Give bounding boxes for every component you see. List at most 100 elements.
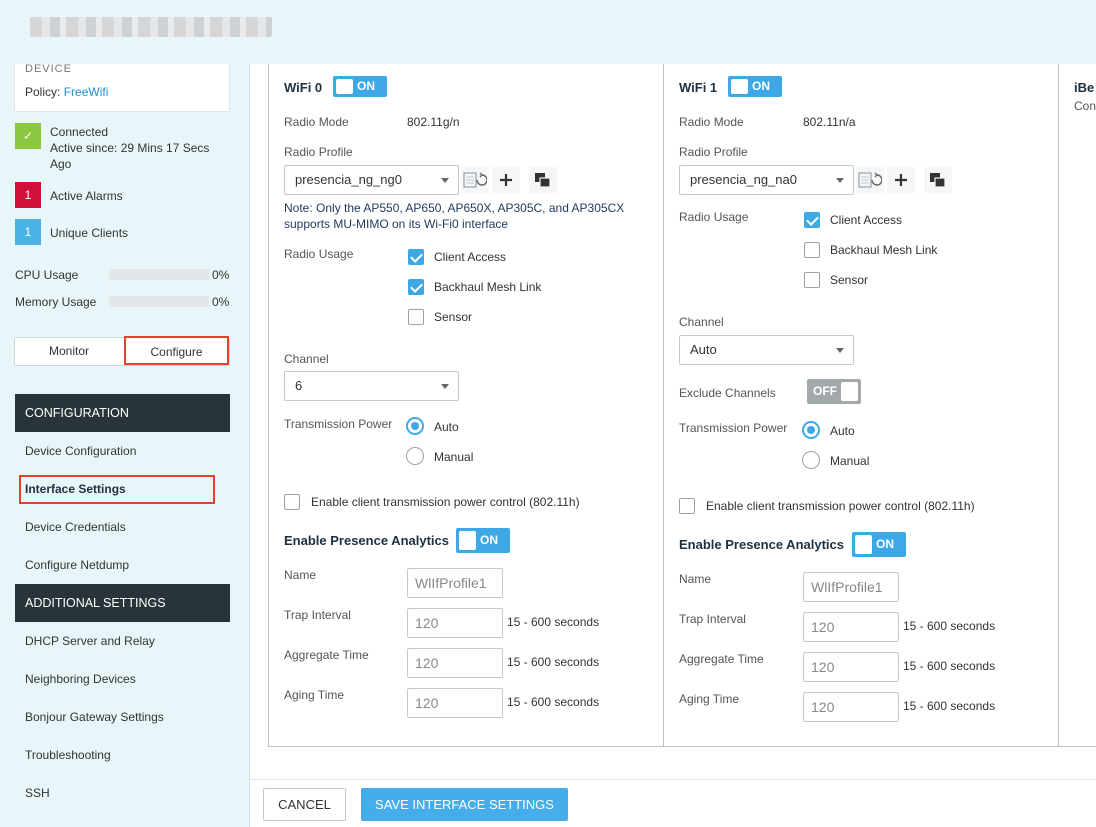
- sensor-checkbox[interactable]: [804, 272, 820, 288]
- ibeacon-panel: iBe Con: [1058, 64, 1096, 747]
- add-profile-icon[interactable]: [887, 167, 915, 193]
- toggle-text: ON: [752, 79, 770, 93]
- tx-manual-radio[interactable]: [802, 451, 820, 469]
- channel-select[interactable]: Auto: [679, 335, 854, 365]
- nav-interface-settings[interactable]: Interface Settings: [25, 482, 126, 496]
- tx-auto-label: Auto: [434, 420, 459, 434]
- active-alarms-label[interactable]: Active Alarms: [50, 188, 123, 204]
- mu-mimo-note: Note: Only the AP550, AP650, AP650X, AP3…: [284, 201, 625, 231]
- wifi1-panel: WiFi 1 ON Radio Mode 802.11n/a Radio Pro…: [663, 64, 1059, 747]
- aggregate-time-label: Aggregate Time: [679, 652, 764, 666]
- radio-usage-label: Radio Usage: [284, 247, 354, 261]
- memory-usage-label: Memory Usage: [15, 295, 97, 309]
- client-tx-power-label: Enable client transmission power control…: [706, 499, 975, 513]
- wifi1-toggle[interactable]: ON: [728, 76, 782, 97]
- radio-profile-label: Radio Profile: [679, 145, 748, 159]
- add-profile-icon[interactable]: [492, 167, 520, 193]
- aggregate-time-input[interactable]: 120: [407, 648, 503, 678]
- exclude-channels-toggle[interactable]: OFF: [807, 379, 861, 404]
- additional-settings-header: ADDITIONAL SETTINGS: [15, 584, 230, 622]
- tx-power-label: Transmission Power: [284, 417, 393, 431]
- wifi0-title: WiFi 0: [284, 80, 323, 95]
- aging-time-input[interactable]: 120: [803, 692, 899, 722]
- tx-manual-radio[interactable]: [406, 447, 424, 465]
- radio-profile-value: presencia_ng_ng0: [295, 172, 402, 187]
- aggregate-time-unit: 15 - 600 seconds: [507, 655, 600, 669]
- copy-profile-icon[interactable]: [924, 167, 952, 193]
- nav-configure-netdump[interactable]: Configure Netdump: [25, 558, 129, 572]
- client-tx-power-checkbox[interactable]: [679, 498, 695, 514]
- nav-device-configuration[interactable]: Device Configuration: [25, 444, 136, 458]
- aging-time-label: Aging Time: [679, 692, 740, 706]
- radio-mode-label: Radio Mode: [679, 115, 744, 129]
- channel-select[interactable]: 6: [284, 371, 459, 401]
- policy-link[interactable]: FreeWifi: [64, 85, 109, 99]
- nav-neighboring-devices[interactable]: Neighboring Devices: [25, 672, 136, 686]
- channel-label: Channel: [284, 352, 329, 366]
- alarm-count-badge[interactable]: 1: [15, 182, 41, 208]
- sensor-label: Sensor: [434, 310, 473, 324]
- sensor-checkbox[interactable]: [408, 309, 424, 325]
- trap-interval-input[interactable]: 120: [803, 612, 899, 642]
- top-header: [0, 0, 1096, 64]
- exclude-channels-label: Exclude Channels: [679, 386, 776, 400]
- channel-value: Auto: [690, 342, 717, 357]
- cpu-usage-label: CPU Usage: [15, 268, 79, 282]
- save-interface-settings-button[interactable]: SAVE INTERFACE SETTINGS: [361, 788, 568, 821]
- nav-device-credentials[interactable]: Device Credentials: [25, 520, 126, 534]
- reset-profile-icon[interactable]: [856, 167, 884, 193]
- chevron-down-icon: [441, 178, 449, 183]
- client-access-label: Client Access: [434, 250, 507, 264]
- radio-mode-label: Radio Mode: [284, 115, 349, 129]
- backhaul-mesh-checkbox[interactable]: [408, 279, 424, 295]
- client-count-badge[interactable]: 1: [15, 219, 41, 245]
- name-input[interactable]: WlIfProfile1: [407, 568, 503, 598]
- unique-clients-label[interactable]: Unique Clients: [50, 225, 128, 241]
- nav-dhcp-server[interactable]: DHCP Server and Relay: [25, 634, 155, 648]
- toggle-text: ON: [357, 79, 375, 93]
- memory-usage-value: 0%: [212, 295, 230, 309]
- backhaul-mesh-checkbox[interactable]: [804, 242, 820, 258]
- wifi0-toggle[interactable]: ON: [333, 76, 387, 97]
- name-input[interactable]: WlIfProfile1: [803, 572, 899, 602]
- tx-auto-radio[interactable]: [802, 421, 820, 439]
- client-access-checkbox[interactable]: [408, 249, 424, 265]
- toggle-knob: [336, 79, 353, 94]
- sidebar: DEVICE Policy: FreeWifi ✓ Connected Acti…: [0, 64, 250, 827]
- blurred-device-title: [30, 17, 272, 37]
- radio-usage-label: Radio Usage: [679, 210, 749, 224]
- ibeacon-sub: Con: [1074, 99, 1096, 113]
- monitor-tab[interactable]: Monitor: [15, 338, 123, 365]
- copy-profile-icon[interactable]: [529, 167, 557, 193]
- cancel-button[interactable]: CANCEL: [263, 788, 346, 821]
- nav-troubleshooting[interactable]: Troubleshooting: [25, 748, 111, 762]
- radio-profile-select[interactable]: presencia_ng_ng0: [284, 165, 459, 195]
- toggle-knob: [841, 382, 858, 401]
- configure-tab[interactable]: Configure: [124, 336, 229, 365]
- presence-analytics-label: Enable Presence Analytics: [679, 537, 844, 552]
- client-access-checkbox[interactable]: [804, 212, 820, 228]
- aggregate-time-unit: 15 - 600 seconds: [903, 659, 996, 673]
- nav-ssh[interactable]: SSH: [25, 786, 50, 800]
- channel-value: 6: [295, 378, 303, 393]
- tx-auto-radio[interactable]: [406, 417, 424, 435]
- radio-profile-select[interactable]: presencia_ng_na0: [679, 165, 854, 195]
- backhaul-mesh-label: Backhaul Mesh Link: [434, 280, 542, 294]
- presence-analytics-toggle[interactable]: ON: [852, 532, 906, 557]
- client-tx-power-checkbox[interactable]: [284, 494, 300, 510]
- main-content: WiFi 0 ON Radio Mode 802.11g/n Radio Pro…: [250, 64, 1096, 779]
- toggle-knob: [731, 79, 748, 94]
- channel-label: Channel: [679, 315, 724, 329]
- nav-bonjour-gateway[interactable]: Bonjour Gateway Settings: [25, 710, 164, 724]
- aggregate-time-input[interactable]: 120: [803, 652, 899, 682]
- aging-time-input[interactable]: 120: [407, 688, 503, 718]
- device-card: DEVICE Policy: FreeWifi: [14, 64, 230, 112]
- chevron-down-icon: [836, 348, 844, 353]
- trap-interval-input[interactable]: 120: [407, 608, 503, 638]
- aging-time-label: Aging Time: [284, 688, 345, 702]
- presence-analytics-toggle[interactable]: ON: [456, 528, 510, 553]
- toggle-text: ON: [480, 533, 498, 547]
- toggle-knob: [459, 531, 476, 550]
- reset-profile-icon[interactable]: [461, 167, 489, 193]
- radio-mode-value: 802.11n/a: [803, 115, 856, 129]
